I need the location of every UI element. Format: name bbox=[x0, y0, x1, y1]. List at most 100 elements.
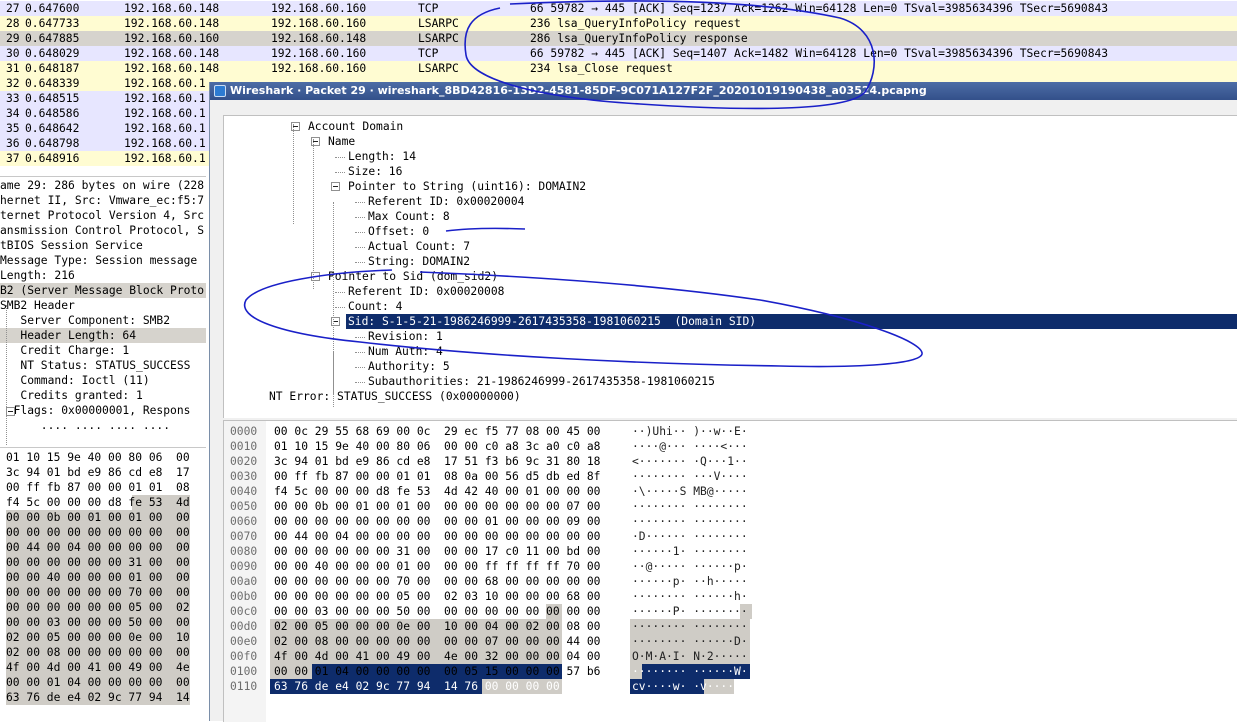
hex-ascii[interactable]: ········ ···V···· bbox=[632, 469, 748, 484]
main-tree-item[interactable]: Server Component: SMB2 bbox=[0, 313, 206, 328]
packet-no: 29 bbox=[6, 32, 20, 45]
tree-item[interactable]: Pointer to Sid (dom_sid2) bbox=[328, 269, 498, 284]
packet-row[interactable]: 30 0.648029 192.168.60.148 192.168.60.160 TC… bbox=[0, 46, 1237, 61]
main-tree-item[interactable]: .... .... .... .... bbox=[0, 418, 206, 433]
main-tree-item[interactable]: tBIOS Session Service bbox=[0, 238, 206, 253]
hex-ascii[interactable]: ········ ········ bbox=[632, 499, 748, 514]
hex-ascii[interactable]: ······1· ········ bbox=[632, 544, 748, 559]
packet-row[interactable]: 27 0.647600 192.168.60.148 192.168.60.160 TC… bbox=[0, 1, 1237, 16]
hex-ascii[interactable]: ········ ······D· bbox=[632, 634, 748, 649]
tree-item[interactable]: String: DOMAIN2 bbox=[368, 254, 470, 269]
hex-bytes[interactable]: 63 76 de e4 02 9c 77 94 14 76 00 00 00 0… bbox=[274, 679, 560, 694]
collapse-icon[interactable] bbox=[6, 407, 15, 416]
main-tree-item[interactable]: Credit Charge: 1 bbox=[0, 343, 206, 358]
packet-row[interactable]: 28 0.647733 192.168.60.148 192.168.60.160 LS… bbox=[0, 16, 1237, 31]
window-toolbar-strip bbox=[210, 100, 1237, 115]
hex-row: 0060 00 00 00 00 00 00 00 00 00 00 01 00 … bbox=[224, 514, 1237, 529]
hex-ascii[interactable]: ········ ········ bbox=[632, 514, 748, 529]
tree-item[interactable]: NT Error: STATUS_SUCCESS (0x00000000) bbox=[269, 389, 521, 404]
hex-ascii[interactable]: ··@····· ······p· bbox=[632, 559, 748, 574]
hex-ascii[interactable]: ······p· ··h····· bbox=[632, 574, 748, 589]
packet-detail-tree[interactable]: Account Domain Name Length: 14 Size: 16 Poin… bbox=[223, 115, 1237, 418]
main-packet-details[interactable]: ame 29: 286 bytes on wire (228 hernet II,… bbox=[0, 176, 206, 445]
main-tree-item[interactable]: hernet II, Src: Vmware_ec:f5:7 bbox=[0, 193, 206, 208]
packet-row[interactable]: 31 0.648187 192.168.60.148 192.168.60.160 LS… bbox=[0, 61, 1237, 76]
tree-item[interactable]: Num Auth: 4 bbox=[368, 344, 443, 359]
hex-bytes[interactable]: 00 00 03 00 00 00 50 00 00 00 00 00 00 0… bbox=[274, 604, 600, 619]
hex-ascii[interactable]: <······· ·Q···1·· bbox=[632, 454, 748, 469]
hex-bytes[interactable]: 00 00 01 04 00 00 00 00 00 05 15 00 00 0… bbox=[274, 664, 600, 679]
tree-item[interactable]: Max Count: 8 bbox=[368, 209, 450, 224]
packet-bytes-pane[interactable]: 0000 00 0c 29 55 68 69 00 0c 29 ec f5 77 … bbox=[223, 420, 1237, 722]
tree-connector bbox=[355, 352, 365, 353]
main-tree-item[interactable]: SMB2 Header bbox=[0, 298, 206, 313]
tree-connector bbox=[355, 217, 365, 218]
main-hex-row: f4 5c 00 00 00 d8 fe 53 4d bbox=[6, 495, 190, 510]
tree-item[interactable]: Size: 16 bbox=[348, 164, 402, 179]
main-tree-item[interactable]: ansmission Control Protocol, S bbox=[0, 223, 206, 238]
hex-offset: 0110 bbox=[230, 680, 258, 693]
hex-ascii[interactable]: cv····w· ·v···· bbox=[632, 679, 734, 694]
tree-connector bbox=[355, 202, 365, 203]
tree-item[interactable]: Name bbox=[328, 134, 355, 149]
hex-bytes[interactable]: 00 00 0b 00 01 00 01 00 00 00 00 00 00 0… bbox=[274, 499, 600, 514]
packet-source: 192.168.60.148 bbox=[124, 62, 220, 75]
hex-ascii[interactable]: ··)Uhi·· )··w··E· bbox=[632, 424, 748, 439]
tree-item[interactable]: Referent ID: 0x00020008 bbox=[348, 284, 504, 299]
main-tree-item[interactable]: ternet Protocol Version 4, Src bbox=[0, 208, 206, 223]
hex-bytes[interactable]: 02 00 05 00 00 00 0e 00 10 00 04 00 02 0… bbox=[274, 619, 600, 634]
hex-ascii[interactable]: ········ ······W· bbox=[632, 664, 748, 679]
tree-item[interactable]: Subauthorities: 21-1986246999-2617435358… bbox=[368, 374, 715, 389]
hex-bytes[interactable]: 02 00 08 00 00 00 00 00 00 00 07 00 00 0… bbox=[274, 634, 600, 649]
collapse-icon[interactable] bbox=[331, 182, 340, 191]
hex-bytes[interactable]: 00 44 00 04 00 00 00 00 00 00 00 00 00 0… bbox=[274, 529, 600, 544]
tree-item[interactable]: Sid: S-1-5-21-1986246999-2617435358-1981… bbox=[346, 314, 1237, 329]
tree-item[interactable]: Authority: 5 bbox=[368, 359, 450, 374]
packet-protocol: LSARPC bbox=[418, 62, 459, 75]
main-tree-item[interactable]: Credits granted: 1 bbox=[0, 388, 206, 403]
hex-bytes[interactable]: 00 00 00 00 00 00 00 00 00 00 01 00 00 0… bbox=[274, 514, 600, 529]
hex-ascii[interactable]: ······P· ········ bbox=[632, 604, 748, 619]
hex-row: 00e0 02 00 08 00 00 00 00 00 00 00 07 00 … bbox=[224, 634, 1237, 649]
tree-item[interactable]: Revision: 1 bbox=[368, 329, 443, 344]
main-tree-item[interactable]: ame 29: 286 bytes on wire (228 bbox=[0, 178, 206, 193]
hex-bytes[interactable]: 4f 00 4d 00 41 00 49 00 4e 00 32 00 00 0… bbox=[274, 649, 600, 664]
hex-bytes[interactable]: 00 0c 29 55 68 69 00 0c 29 ec f5 77 08 0… bbox=[274, 424, 600, 439]
tree-item[interactable]: Pointer to String (uint16): DOMAIN2 bbox=[348, 179, 586, 194]
hex-ascii[interactable]: O·M·A·I· N·2····· bbox=[632, 649, 748, 664]
main-tree-item[interactable]: Header Length: 64 bbox=[0, 328, 206, 343]
main-tree-item[interactable]: Command: Ioctl (11) bbox=[0, 373, 206, 388]
tree-item[interactable]: Length: 14 bbox=[348, 149, 416, 164]
tree-item[interactable]: Referent ID: 0x00020004 bbox=[368, 194, 524, 209]
tree-item[interactable]: Count: 4 bbox=[348, 299, 402, 314]
main-tree-item[interactable]: B2 (Server Message Block Proto bbox=[0, 283, 206, 298]
hex-bytes[interactable]: 00 ff fb 87 00 00 01 01 08 0a 00 56 d5 d… bbox=[274, 469, 600, 484]
packet-source: 192.168.60.148 bbox=[124, 17, 220, 30]
main-packet-bytes[interactable]: 01 10 15 9e 40 00 80 06 00 3c 94 01 bd e9… bbox=[0, 447, 206, 722]
hex-ascii[interactable]: ·\·····S MB@····· bbox=[632, 484, 748, 499]
tree-connector bbox=[355, 262, 365, 263]
tree-connector bbox=[335, 292, 345, 293]
packet-window[interactable]: Wireshark · Packet 29 · wireshark_8BD428… bbox=[209, 82, 1237, 722]
hex-bytes[interactable]: 3c 94 01 bd e9 86 cd e8 17 51 f3 b6 9c 3… bbox=[274, 454, 600, 469]
hex-ascii[interactable]: ····@··· ····<··· bbox=[632, 439, 748, 454]
hex-ascii[interactable]: ········ ········ bbox=[632, 619, 748, 634]
packet-source: 192.168.60.1 bbox=[124, 152, 206, 165]
tree-item[interactable]: Account Domain bbox=[308, 119, 403, 134]
main-tree-item[interactable]: Message Type: Session message bbox=[0, 253, 206, 268]
tree-item[interactable]: Actual Count: 7 bbox=[368, 239, 470, 254]
main-tree-item[interactable]: Flags: 0x00000001, Respons bbox=[0, 403, 206, 418]
window-titlebar[interactable]: Wireshark · Packet 29 · wireshark_8BD428… bbox=[210, 82, 1237, 100]
hex-bytes[interactable]: 00 00 40 00 00 00 01 00 00 00 ff ff ff f… bbox=[274, 559, 600, 574]
hex-bytes[interactable]: 00 00 00 00 00 00 31 00 00 00 17 c0 11 0… bbox=[274, 544, 600, 559]
hex-bytes[interactable]: f4 5c 00 00 00 d8 fe 53 4d 42 40 00 01 0… bbox=[274, 484, 600, 499]
hex-ascii[interactable]: ········ ······h· bbox=[632, 589, 748, 604]
packet-row[interactable]: 29 0.647885 192.168.60.160 192.168.60.148 LS… bbox=[0, 31, 1237, 46]
hex-bytes[interactable]: 01 10 15 9e 40 00 80 06 00 00 c0 a8 3c a… bbox=[274, 439, 600, 454]
main-tree-item[interactable]: NT Status: STATUS_SUCCESS bbox=[0, 358, 206, 373]
tree-item[interactable]: Offset: 0 bbox=[368, 224, 429, 239]
hex-bytes[interactable]: 00 00 00 00 00 00 05 00 02 03 10 00 00 0… bbox=[274, 589, 600, 604]
main-tree-item[interactable]: Length: 216 bbox=[0, 268, 206, 283]
hex-bytes[interactable]: 00 00 00 00 00 00 70 00 00 00 68 00 00 0… bbox=[274, 574, 600, 589]
hex-ascii[interactable]: ·D······ ········ bbox=[632, 529, 748, 544]
